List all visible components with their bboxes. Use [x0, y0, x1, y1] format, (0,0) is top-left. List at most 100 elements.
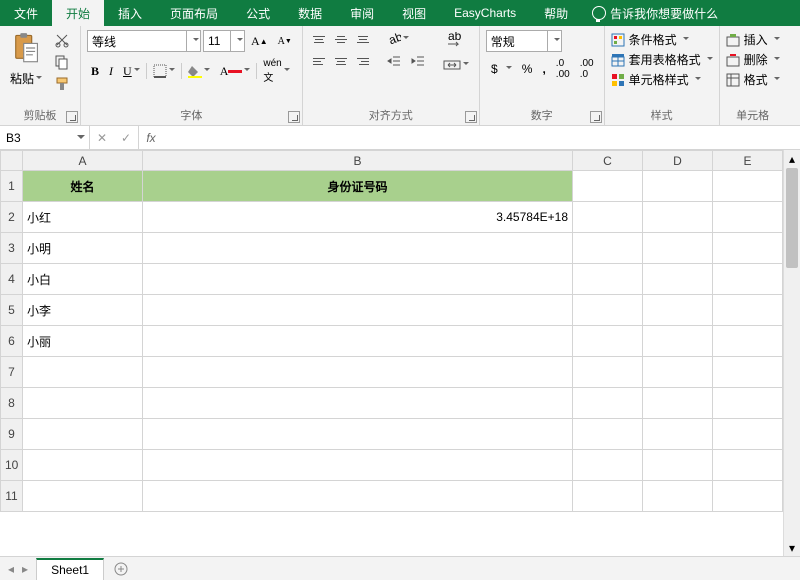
cell-styles-button[interactable]: 单元格样式 — [611, 70, 713, 89]
cell[interactable] — [143, 419, 573, 450]
font-launcher[interactable] — [288, 111, 300, 123]
sheet-tab-1[interactable]: Sheet1 — [36, 558, 104, 580]
row-header[interactable]: 5 — [1, 295, 23, 326]
tell-me-search[interactable]: 告诉我你想要做什么 — [582, 0, 728, 26]
row-header[interactable]: 10 — [1, 450, 23, 481]
font-size-combo[interactable]: 11 — [203, 30, 245, 52]
cell[interactable] — [643, 481, 713, 512]
conditional-formatting-button[interactable]: 条件格式 — [611, 30, 713, 49]
cell[interactable]: 小丽 — [23, 326, 143, 357]
vertical-scrollbar[interactable]: ▴ ▾ — [783, 150, 800, 556]
spreadsheet-grid[interactable]: A B C D E 1姓名身份证号码2小红3.45784E+183小明4小白5小… — [0, 150, 783, 512]
row-header[interactable]: 6 — [1, 326, 23, 357]
scroll-down-icon[interactable]: ▾ — [784, 539, 800, 556]
row-header[interactable]: 8 — [1, 388, 23, 419]
cell[interactable]: 3.45784E+18 — [143, 202, 573, 233]
align-right-button[interactable] — [353, 52, 373, 70]
cell[interactable] — [643, 171, 713, 202]
select-all-corner[interactable] — [1, 151, 23, 171]
cell[interactable] — [713, 450, 783, 481]
wrap-text-button[interactable]: ab — [439, 30, 473, 52]
comma-button[interactable]: , — [538, 60, 549, 78]
number-format-combo[interactable]: 常规 — [486, 30, 598, 52]
sheet-nav-next[interactable]: ▸ — [22, 562, 28, 576]
cell[interactable] — [573, 326, 643, 357]
increase-indent-button[interactable] — [407, 52, 429, 70]
tab-view[interactable]: 视图 — [388, 0, 440, 26]
new-sheet-button[interactable] — [104, 557, 138, 580]
italic-button[interactable]: I — [105, 62, 117, 81]
row-header[interactable]: 2 — [1, 202, 23, 233]
format-painter-button[interactable] — [50, 74, 74, 94]
cut-button[interactable] — [50, 30, 74, 50]
decrease-font-button[interactable]: A▼ — [274, 34, 296, 49]
cell[interactable] — [573, 202, 643, 233]
col-header-c[interactable]: C — [573, 151, 643, 171]
tab-easycharts[interactable]: EasyCharts — [440, 0, 530, 26]
cell[interactable] — [643, 264, 713, 295]
cell[interactable] — [23, 450, 143, 481]
row-header[interactable]: 11 — [1, 481, 23, 512]
paste-dropdown[interactable]: 粘贴 — [6, 68, 46, 89]
cell[interactable] — [713, 264, 783, 295]
format-as-table-button[interactable]: 套用表格格式 — [611, 50, 713, 69]
font-color-button[interactable]: A — [216, 62, 255, 81]
alignment-launcher[interactable] — [465, 111, 477, 123]
cell[interactable] — [573, 357, 643, 388]
orientation-button[interactable]: ab — [383, 30, 413, 48]
align-bottom-button[interactable] — [353, 30, 373, 48]
merge-center-button[interactable] — [439, 56, 473, 74]
cell[interactable] — [643, 326, 713, 357]
cell[interactable] — [713, 171, 783, 202]
align-middle-button[interactable] — [331, 30, 351, 48]
cell[interactable] — [573, 419, 643, 450]
cell[interactable] — [643, 450, 713, 481]
cell[interactable]: 小李 — [23, 295, 143, 326]
cell[interactable] — [573, 481, 643, 512]
increase-font-button[interactable]: A▲ — [247, 32, 272, 51]
row-header[interactable]: 7 — [1, 357, 23, 388]
cell[interactable] — [713, 202, 783, 233]
cell[interactable] — [643, 233, 713, 264]
col-header-e[interactable]: E — [713, 151, 783, 171]
align-top-button[interactable] — [309, 30, 329, 48]
col-header-d[interactable]: D — [643, 151, 713, 171]
cell[interactable] — [713, 326, 783, 357]
cell[interactable]: 小明 — [23, 233, 143, 264]
cell[interactable] — [23, 388, 143, 419]
cell[interactable] — [713, 295, 783, 326]
underline-button[interactable]: U — [119, 62, 144, 81]
cell[interactable]: 小红 — [23, 202, 143, 233]
borders-button[interactable] — [149, 62, 179, 80]
cell[interactable]: 小白 — [23, 264, 143, 295]
tab-home[interactable]: 开始 — [52, 0, 104, 26]
fx-icon[interactable]: fx — [139, 126, 163, 149]
cell[interactable] — [573, 450, 643, 481]
cancel-formula-button[interactable]: ✕ — [90, 131, 114, 145]
cell[interactable] — [573, 171, 643, 202]
cell[interactable]: 身份证号码 — [143, 171, 573, 202]
cell[interactable] — [23, 419, 143, 450]
copy-button[interactable] — [50, 52, 74, 72]
align-center-button[interactable] — [331, 52, 351, 70]
col-header-a[interactable]: A — [23, 151, 143, 171]
cell[interactable] — [143, 481, 573, 512]
cell[interactable] — [643, 419, 713, 450]
enter-formula-button[interactable]: ✓ — [114, 131, 138, 145]
tab-review[interactable]: 审阅 — [336, 0, 388, 26]
cell[interactable] — [713, 481, 783, 512]
tab-formulas[interactable]: 公式 — [232, 0, 284, 26]
decrease-decimal-button[interactable]: .00.0 — [576, 56, 598, 82]
cell[interactable] — [713, 388, 783, 419]
tab-page-layout[interactable]: 页面布局 — [156, 0, 232, 26]
formula-bar[interactable] — [163, 126, 800, 149]
decrease-indent-button[interactable] — [383, 52, 405, 70]
cell[interactable] — [143, 357, 573, 388]
tab-file[interactable]: 文件 — [0, 0, 52, 26]
fill-color-button[interactable] — [184, 62, 214, 80]
cell[interactable] — [143, 233, 573, 264]
cell[interactable] — [643, 357, 713, 388]
scroll-up-icon[interactable]: ▴ — [784, 150, 800, 167]
percent-button[interactable]: % — [518, 60, 537, 78]
cell[interactable] — [143, 326, 573, 357]
